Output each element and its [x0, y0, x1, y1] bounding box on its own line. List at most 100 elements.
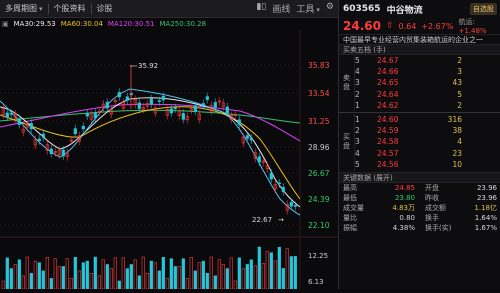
order-price: 24.65 — [377, 78, 399, 88]
stat-value: 24.85 — [394, 183, 415, 192]
price-tick: 24.39 — [308, 195, 330, 204]
orderbook-row[interactable]: 2 24.59 38 — [355, 125, 500, 136]
ma120-label: MA120:30.51 — [107, 19, 155, 28]
ma250-label: MA250:30.28 — [159, 19, 207, 28]
price-tick: 33.54 — [308, 89, 330, 98]
order-price: 24.64 — [377, 89, 399, 99]
level: 2 — [355, 126, 360, 136]
sector-label: 航运: — [458, 18, 475, 26]
order-price: 24.62 — [377, 100, 399, 110]
orderbook-row[interactable]: 4 24.57 23 — [355, 148, 500, 159]
stat-key: 开盘 — [425, 183, 439, 192]
order-volume: 316 — [447, 115, 462, 125]
stat-value: 23.96 — [476, 193, 497, 202]
order-price: 24.66 — [377, 67, 399, 77]
orderbook-title: 买卖五档 (手) — [339, 44, 500, 55]
stock-header: 603565 中谷物流 自选股 — [339, 0, 500, 18]
tools-menu[interactable]: 工具 — [296, 2, 320, 15]
stat-value: 1.18亿 — [474, 203, 497, 212]
orderbook-row[interactable]: 1 24.62 2 — [355, 100, 500, 111]
orderbook-row[interactable]: 3 24.65 43 — [355, 77, 500, 88]
volume-bars — [1, 246, 297, 290]
sell-side-label: 卖盘 — [339, 55, 355, 111]
bid-book: 买盘 1 24.60 316 2 24.59 38 3 24.58 4 4 24.57 23 5 24.5… — [339, 113, 500, 170]
key-data-row: 振幅 4.38% 换手(实) 1.67% — [339, 223, 500, 233]
order-volume: 2 — [457, 56, 462, 66]
stat-key: 最低 — [343, 193, 357, 202]
stat-key: 最高 — [343, 183, 357, 192]
buy-side-label: 买盘 — [339, 113, 355, 170]
level: 5 — [355, 56, 360, 66]
order-price: 24.58 — [377, 137, 399, 147]
orderbook-row[interactable]: 1 24.60 316 — [355, 114, 500, 125]
volume-tick: 6.13 — [308, 278, 324, 286]
draw-line-button[interactable]: 画线 — [272, 2, 290, 15]
price-tick: 26.67 — [308, 169, 330, 178]
settings-icon[interactable]: ⚙ — [326, 2, 334, 15]
orderbook-row[interactable]: 5 24.67 2 — [355, 55, 500, 66]
orderbook-row[interactable]: 5 24.56 10 — [355, 159, 500, 170]
stat-value: 23.80 — [394, 193, 415, 202]
stat-value: 4.83万 — [392, 203, 415, 212]
stat-value: 0.80 — [399, 213, 415, 222]
order-price: 24.56 — [377, 159, 399, 169]
watchlist-badge[interactable]: 自选股 — [470, 3, 497, 15]
stat-key: 换手(实) — [425, 223, 452, 232]
level: 2 — [355, 89, 360, 99]
level: 4 — [355, 67, 360, 77]
volume-tick: 12.25 — [308, 252, 328, 260]
order-price: 24.60 — [377, 115, 399, 125]
stat-value: 1.67% — [474, 223, 497, 232]
level: 4 — [355, 148, 360, 158]
key-data-row: 最高 24.85 开盘 23.96 — [339, 183, 500, 193]
order-volume: 2 — [457, 100, 462, 110]
high-annotation: 35.92 — [138, 62, 158, 70]
order-price: 24.57 — [377, 148, 399, 158]
svg-text:→: → — [278, 216, 284, 224]
bar-chart-icon[interactable]: ▮▯ — [256, 2, 266, 15]
price-tick: 35.83 — [308, 61, 330, 70]
stat-value: 4.38% — [392, 223, 415, 232]
ma-legend: ▣ MA30:29.53 MA60:30.04 MA120:30.51 MA25… — [0, 18, 338, 29]
order-volume: 10 — [452, 159, 462, 169]
price-row: 24.60 ⇧ 0.64 +2.67% 航运: +1.48% — [339, 17, 500, 35]
level: 5 — [355, 159, 360, 169]
ma30-label: MA30:29.53 — [13, 19, 56, 28]
price-tick: 28.96 — [308, 143, 330, 152]
order-volume: 43 — [452, 78, 462, 88]
candlestick-chart[interactable]: 35.83 33.54 31.25 28.96 26.67 24.39 22.1… — [0, 29, 338, 290]
ma-settings-icon[interactable]: ▣ — [2, 20, 9, 28]
order-volume: 5 — [457, 89, 462, 99]
price-tick: 22.10 — [308, 221, 330, 230]
stat-key: 成交额 — [425, 203, 446, 212]
ma60-label: MA60:30.04 — [60, 19, 103, 28]
key-data-row: 量比 0.80 换手 1.64% — [339, 213, 500, 223]
price-tick: 31.25 — [308, 117, 330, 126]
key-data-row: 最低 23.80 昨收 23.96 — [339, 193, 500, 203]
key-data-title[interactable]: 关键数据 (展开) — [339, 171, 500, 183]
diagnose-button[interactable]: 诊股 — [92, 3, 118, 14]
stat-key: 成交量 — [343, 203, 364, 212]
order-price: 24.67 — [377, 56, 399, 66]
stat-key: 换手 — [425, 213, 439, 222]
f10-button[interactable]: 个股资料 — [49, 3, 91, 14]
up-arrow-icon: ⇧ — [385, 21, 394, 31]
orderbook-row[interactable]: 4 24.66 3 — [355, 66, 500, 77]
period-selector[interactable]: 多周期图 — [0, 3, 48, 14]
order-price: 24.59 — [377, 126, 399, 136]
stat-key: 昨收 — [425, 193, 439, 202]
order-volume: 38 — [452, 126, 462, 136]
orderbook-row[interactable]: 3 24.58 4 — [355, 136, 500, 147]
order-volume: 4 — [457, 137, 462, 147]
sector-change[interactable]: 航运: +1.48% — [458, 17, 497, 35]
orderbook-row[interactable]: 2 24.64 5 — [355, 89, 500, 100]
level: 1 — [355, 115, 360, 125]
chart-toolbar: 多周期图 个股资料 诊股 ▮▯ 画线 工具 ⚙ — [0, 0, 338, 18]
stat-value: 1.64% — [474, 213, 497, 222]
order-volume: 23 — [452, 148, 462, 158]
kline-svg[interactable]: 35.83 33.54 31.25 28.96 26.67 24.39 22.1… — [0, 29, 338, 290]
level: 3 — [355, 78, 360, 88]
last-price: 24.60 — [343, 19, 381, 33]
stat-key: 量比 — [343, 213, 357, 222]
stat-value: 23.96 — [476, 183, 497, 192]
